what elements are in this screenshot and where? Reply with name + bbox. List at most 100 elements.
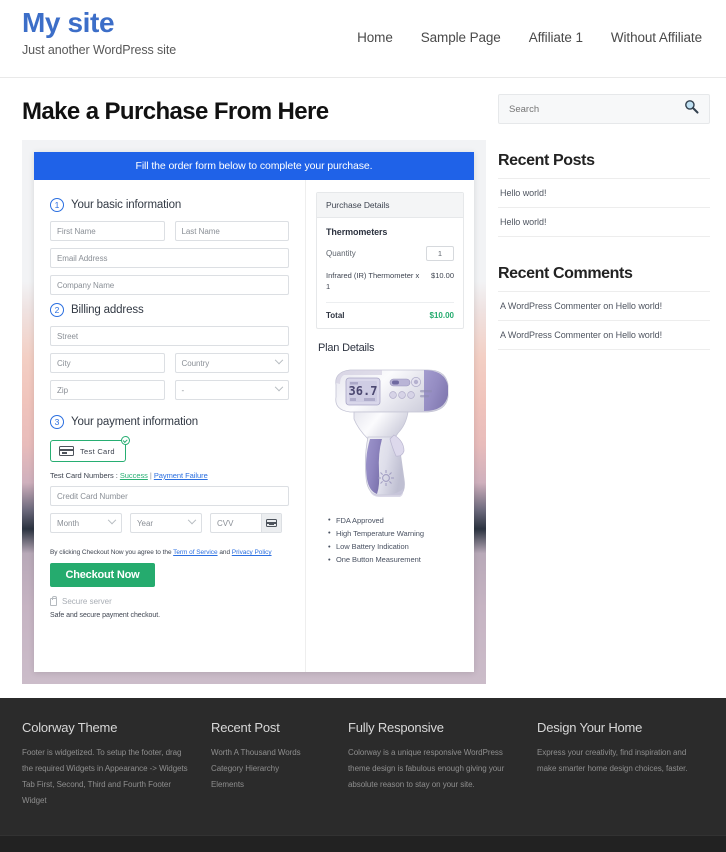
feature-item: Low Battery Indication <box>328 539 464 553</box>
test-card-numbers-prefix: Test Card Numbers : <box>50 471 120 480</box>
lock-icon <box>50 595 57 606</box>
recent-posts-title: Recent Posts <box>498 152 595 169</box>
nav-item-affiliate-1[interactable]: Affiliate 1 <box>529 30 583 45</box>
step-2-number: 2 <box>50 303 64 317</box>
site-title[interactable]: My site <box>22 7 176 39</box>
checkout-now-button[interactable]: Checkout Now <box>50 563 155 587</box>
total-label: Total <box>326 310 345 320</box>
secure-server-row: Secure server <box>50 595 289 606</box>
first-name-input[interactable]: First Name <box>50 221 165 241</box>
step-2-heading: 2 Billing address <box>50 303 289 317</box>
product-name: Thermometers <box>326 227 388 237</box>
primary-navigation: Home Sample Page Affiliate 1 Without Aff… <box>357 0 704 45</box>
city-input[interactable]: City <box>50 353 165 373</box>
selected-check-icon <box>120 436 130 445</box>
feature-item: One Button Measurement <box>328 553 464 566</box>
expiry-year-value: Year <box>137 518 153 528</box>
nav-item-sample-page[interactable]: Sample Page <box>421 30 501 45</box>
list-item[interactable]: Category Hierarchy <box>211 761 326 777</box>
street-input[interactable]: Street <box>50 326 289 346</box>
test-card-numbers-line: Test Card Numbers : Success | Payment Fa… <box>50 471 289 480</box>
footer-widget-title: Colorway Theme <box>22 720 118 735</box>
terms-and: and <box>217 549 232 556</box>
nav-item-without-affiliate[interactable]: Without Affiliate <box>611 30 702 45</box>
list-item[interactable]: Hello world! <box>498 178 710 207</box>
footer-widget-title: Recent Post <box>211 720 280 735</box>
chevron-down-icon <box>274 355 284 365</box>
footer-widget-area: Colorway Theme Footer is widgetized. To … <box>0 698 726 835</box>
line-item-price: $10.00 <box>431 271 454 280</box>
site-header: My site Just another WordPress site Home… <box>0 0 726 78</box>
line-item-row: Infrared (IR) Thermometer x 1 $10.00 <box>326 271 454 303</box>
expiry-month-value: Month <box>57 518 79 528</box>
expiry-month-select[interactable]: Month <box>50 513 122 533</box>
page-title: Make a Purchase From Here <box>22 98 329 125</box>
quantity-input[interactable]: 1 <box>426 246 454 261</box>
country-select[interactable]: Country <box>174 353 289 373</box>
purchase-details-heading: Purchase Details <box>317 193 463 218</box>
terms-prefix: By clicking Checkout Now you agree to th… <box>50 549 174 556</box>
credit-card-number-input[interactable]: Credit Card Number <box>50 486 289 506</box>
step-1-number: 1 <box>50 198 64 212</box>
purchase-details-body: Thermometers Quantity 1 Infrared (IR) Th… <box>317 218 463 328</box>
footer-widget-text: Footer is widgetized. To setup the foote… <box>22 748 188 805</box>
chevron-down-icon <box>187 515 197 525</box>
recent-posts-list: Hello world! Hello world! <box>498 178 710 237</box>
search-input[interactable] <box>509 103 659 115</box>
credit-card-icon <box>59 446 74 456</box>
state-select[interactable]: - <box>174 380 289 400</box>
footer-widget-text: Express your creativity, find inspiratio… <box>537 748 688 773</box>
test-card-label: Test Card <box>80 446 115 456</box>
terms-notice: By clicking Checkout Now you agree to th… <box>50 549 289 556</box>
step-3-heading: 3 Your payment information <box>50 415 289 429</box>
line-item-name: Infrared (IR) Thermometer x 1 <box>326 271 420 291</box>
city-country-row: City Country <box>50 353 289 380</box>
list-item[interactable]: A WordPress Commenter on Hello world! <box>498 320 710 350</box>
plan-details-heading: Plan Details <box>318 341 375 354</box>
chevron-down-icon <box>274 382 284 392</box>
quantity-label: Quantity <box>326 249 356 258</box>
step-2-label: Billing address <box>71 304 144 316</box>
list-item[interactable]: Hello world! <box>498 207 710 237</box>
success-test-card-link[interactable]: Success <box>120 471 148 480</box>
last-name-input[interactable]: Last Name <box>174 221 289 241</box>
list-item[interactable]: A WordPress Commenter on Hello world! <box>498 291 710 320</box>
order-summary-column: Purchase Details Thermometers Quantity 1… <box>306 180 474 672</box>
terms-of-service-link[interactable]: Term of Service <box>173 549 217 556</box>
recent-comments-title: Recent Comments <box>498 265 633 282</box>
zip-input[interactable]: Zip <box>50 380 165 400</box>
sidebar: Recent Posts Hello world! Hello world! R… <box>498 78 726 684</box>
privacy-policy-link[interactable]: Privacy Policy <box>232 549 272 556</box>
order-form-card: Fill the order form below to complete yo… <box>34 152 474 672</box>
country-select-value: Country <box>181 358 210 368</box>
zip-state-row: Zip - <box>50 380 289 407</box>
list-item[interactable]: Elements <box>211 777 326 793</box>
failure-test-card-link[interactable]: Payment Failure <box>154 471 208 480</box>
site-tagline: Just another WordPress site <box>22 42 177 57</box>
thermometer-illustration: 36.7 <box>335 369 449 497</box>
email-input[interactable]: Email Address <box>50 248 289 268</box>
cvv-input[interactable]: CVV <box>210 513 282 533</box>
expiry-year-select[interactable]: Year <box>130 513 202 533</box>
nav-item-home[interactable]: Home <box>357 30 393 45</box>
test-card-option[interactable]: Test Card <box>50 436 130 462</box>
purchase-details-panel: Purchase Details Thermometers Quantity 1… <box>316 192 464 329</box>
order-form-banner: Fill the order form below to complete yo… <box>34 152 474 180</box>
footer-widget-recent-post: Recent Post Worth A Thousand Words Categ… <box>211 720 326 809</box>
name-row: First Name Last Name <box>50 221 289 248</box>
secure-server-label: Secure server <box>62 596 112 606</box>
cvv-card-icon <box>261 514 281 532</box>
search-widget <box>498 94 710 124</box>
step-1-label: Your basic information <box>71 199 182 211</box>
state-select-value: - <box>181 385 185 395</box>
footer-recent-post-list: Worth A Thousand Words Category Hierarch… <box>211 745 326 793</box>
chevron-down-icon <box>107 515 117 525</box>
recent-comments-list: A WordPress Commenter on Hello world! A … <box>498 291 710 350</box>
company-name-input[interactable]: Company Name <box>50 275 289 295</box>
list-item[interactable]: Worth A Thousand Words <box>211 745 326 761</box>
footer-widget-text: Colorway is a unique responsive WordPres… <box>348 748 505 789</box>
search-icon[interactable] <box>684 99 699 119</box>
order-form-background: Fill the order form below to complete yo… <box>22 140 486 684</box>
cvv-placeholder: CVV <box>217 518 234 528</box>
product-image: 36.7 <box>316 356 464 504</box>
